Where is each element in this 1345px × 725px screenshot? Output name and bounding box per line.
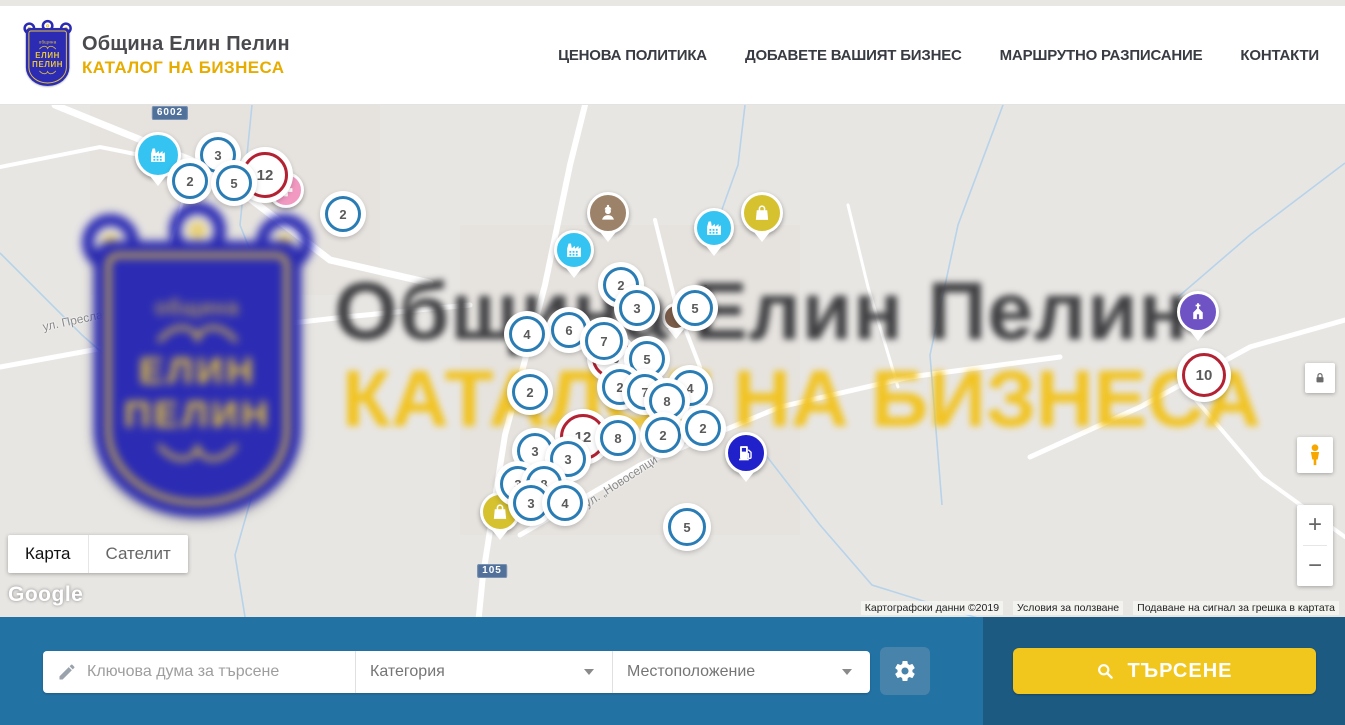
nav-item-route-schedule[interactable]: МАРШРУТНО РАЗПИСАНИЕ xyxy=(1000,47,1203,64)
cluster-marker[interactable]: 5 xyxy=(629,341,665,377)
cluster-marker[interactable]: 2 xyxy=(645,417,681,453)
emblem-name-line1: ЕЛИН xyxy=(139,352,256,391)
search-icon xyxy=(1095,661,1115,681)
nav-item-contacts[interactable]: КОНТАКТИ xyxy=(1240,47,1319,64)
road-badge: 105 xyxy=(477,564,507,578)
lock-icon[interactable] xyxy=(1305,363,1335,393)
nav-item-add-business[interactable]: ДОБАВЕТЕ ВАШИЯТ БИЗНЕС xyxy=(745,47,962,64)
report-error-link[interactable]: Подаване на сигнал за грешка в картата xyxy=(1133,601,1339,615)
search-fieldbar: Категория Местоположение xyxy=(43,651,870,693)
header: община ЕЛИН ПЕЛИН Община Елин Пелин КАТА… xyxy=(0,0,1345,105)
cluster-marker[interactable]: 3 xyxy=(619,290,655,326)
zoom-control: + − xyxy=(1297,505,1333,586)
emblem-text-small: община xyxy=(39,39,57,44)
municipality-coat-of-arms: община ЕЛИН ПЕЛИН xyxy=(24,23,72,87)
category-dropdown[interactable]: Категория xyxy=(355,651,612,693)
cluster-marker[interactable]: 3 xyxy=(517,433,553,469)
chevron-down-icon xyxy=(584,669,594,675)
factory-marker[interactable] xyxy=(554,230,594,270)
cluster-marker[interactable]: 6 xyxy=(551,312,587,348)
cluster-marker[interactable]: 5 xyxy=(216,165,252,201)
map-type-control: Карта Сателит xyxy=(8,535,188,573)
zoom-in-button[interactable]: + xyxy=(1297,505,1333,545)
emblem-name-line2: ПЕЛИН xyxy=(32,60,63,68)
fuel-marker[interactable] xyxy=(725,432,767,474)
nav-item-pricing[interactable]: ЦЕНОВА ПОЛИТИКА xyxy=(558,47,707,64)
zoom-out-button[interactable]: − xyxy=(1297,546,1333,586)
cluster-marker[interactable]: 4 xyxy=(547,485,583,521)
watermark-coat-of-arms: община ЕЛИН ПЕЛИН xyxy=(85,217,310,517)
cluster-marker[interactable]: 8 xyxy=(600,420,636,456)
emblem-name-line1: ЕЛИН xyxy=(35,51,60,59)
church-marker[interactable] xyxy=(1177,291,1219,333)
cluster-marker[interactable]: 2 xyxy=(172,163,208,199)
pencil-icon xyxy=(57,662,77,682)
attribution-copyright: Картографски данни ©2019 xyxy=(861,601,1003,615)
gear-icon xyxy=(893,659,917,683)
search-panel: Категория Местоположение ТЪРСЕНЕ xyxy=(0,617,1345,725)
chevron-down-icon xyxy=(842,669,852,675)
worker-marker[interactable] xyxy=(587,192,629,234)
search-button-label: ТЪРСЕНЕ xyxy=(1127,660,1232,683)
cluster-marker[interactable]: 10 xyxy=(1182,353,1226,397)
category-dropdown-label: Категория xyxy=(370,663,584,681)
emblem-text-small: община xyxy=(155,295,240,319)
search-button-panel: ТЪРСЕНЕ xyxy=(983,617,1345,725)
search-button[interactable]: ТЪРСЕНЕ xyxy=(1013,648,1316,694)
brand[interactable]: община ЕЛИН ПЕЛИН Община Елин Пелин КАТА… xyxy=(24,23,290,87)
cluster-marker[interactable]: 2 xyxy=(325,196,361,232)
bag-marker[interactable] xyxy=(741,192,783,234)
satellite-tab[interactable]: Сателит xyxy=(88,535,188,573)
site-subtitle: КАТАЛОГ НА БИЗНЕСА xyxy=(82,58,290,78)
google-logo[interactable]: Google xyxy=(8,583,83,607)
keyword-search-input[interactable] xyxy=(87,663,341,681)
cluster-marker[interactable]: 8 xyxy=(649,383,685,419)
map-tab[interactable]: Карта xyxy=(8,535,88,573)
street-view-pegman[interactable] xyxy=(1297,437,1333,473)
main-nav: ЦЕНОВА ПОЛИТИКА ДОБАВЕТЕ ВАШИЯТ БИЗНЕС М… xyxy=(558,47,1319,64)
pegman-icon xyxy=(1302,442,1328,468)
location-dropdown[interactable]: Местоположение xyxy=(612,651,870,693)
emblem-name-line2: ПЕЛИН xyxy=(124,396,271,435)
emblem-ornament xyxy=(38,45,58,50)
emblem-ornament xyxy=(151,439,244,463)
cluster-marker[interactable]: 3 xyxy=(513,485,549,521)
map-canvas[interactable]: 6002105ул. Преславбул. „Новоселци"ции" о… xyxy=(0,105,1345,617)
site-title: Община Елин Пелин xyxy=(82,33,290,56)
map-attribution: Картографски данни ©2019 Условия за полз… xyxy=(861,601,1339,615)
keyword-section xyxy=(43,651,355,693)
terms-link[interactable]: Условия за ползване xyxy=(1013,601,1123,615)
cluster-marker[interactable]: 7 xyxy=(585,322,623,360)
location-dropdown-label: Местоположение xyxy=(627,663,842,681)
emblem-ornament xyxy=(38,70,58,75)
cluster-marker[interactable]: 5 xyxy=(677,290,713,326)
cluster-marker[interactable]: 4 xyxy=(509,316,545,352)
emblem-ornament xyxy=(151,323,244,347)
cluster-marker[interactable]: 5 xyxy=(668,508,706,546)
advanced-settings-button[interactable] xyxy=(880,647,930,695)
cluster-marker[interactable]: 2 xyxy=(685,410,721,446)
factory-marker[interactable] xyxy=(694,208,734,248)
cluster-marker[interactable]: 2 xyxy=(512,374,548,410)
road-badge: 6002 xyxy=(152,106,188,120)
